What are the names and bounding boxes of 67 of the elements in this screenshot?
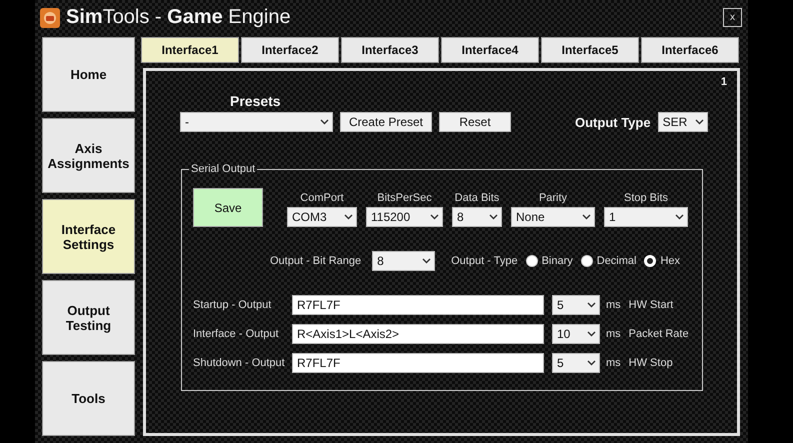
- save-button[interactable]: Save: [193, 188, 263, 227]
- sidebar-button[interactable]: Interface Settings: [42, 199, 135, 274]
- setting-dropdown[interactable]: 115200: [366, 207, 443, 227]
- tab[interactable]: Interface3: [341, 37, 439, 63]
- field-label: Data Bits: [454, 192, 500, 204]
- caret-icon: [430, 214, 439, 220]
- radio-button[interactable]: [526, 255, 538, 267]
- caret-icon: [587, 331, 596, 337]
- input-field[interactable]: R<Axis1>L<Axis2>: [292, 324, 544, 344]
- field-label: Shutdown - Output: [193, 357, 286, 369]
- caret-icon: [344, 214, 353, 220]
- caret-icon: [320, 119, 329, 125]
- tab[interactable]: Interface5: [541, 37, 639, 63]
- field-label: HW Stop: [628, 357, 673, 369]
- field-label: Output - Bit Range: [270, 255, 362, 267]
- field-label: Startup - Output: [193, 299, 272, 311]
- sidebar-button[interactable]: Output Testing: [42, 280, 135, 355]
- output-type-label: Output Type: [575, 114, 651, 130]
- group-title: Serial Output: [190, 163, 256, 175]
- radio-button[interactable]: [580, 255, 593, 267]
- caret-icon: [675, 214, 684, 220]
- caret-icon: [582, 214, 591, 220]
- setting-dropdown[interactable]: 1: [604, 207, 688, 227]
- field-label: HW Start: [628, 299, 674, 311]
- interval-dropdown[interactable]: 5: [552, 353, 600, 373]
- sidebar-button[interactable]: Tools: [42, 361, 135, 436]
- create-preset-button[interactable]: Create Preset: [340, 112, 432, 132]
- unit-label: ms: [606, 328, 621, 340]
- caret-icon: [422, 258, 432, 264]
- radio-label: Hex: [660, 255, 680, 267]
- reset-button[interactable]: Reset: [439, 112, 511, 132]
- interval-dropdown[interactable]: 5: [552, 295, 600, 315]
- tab[interactable]: Interface2: [241, 37, 339, 63]
- input-field[interactable]: R7FL7F: [292, 353, 544, 373]
- preset-dropdown[interactable]: -: [180, 112, 333, 132]
- window-title: SimTools - Game Engine: [66, 6, 292, 29]
- bit-range-dropdown[interactable]: 8: [372, 251, 436, 271]
- caret-icon: [489, 214, 498, 220]
- setting-dropdown[interactable]: None: [511, 207, 595, 227]
- field-label: Stop Bits: [624, 192, 668, 204]
- field-label: ComPort: [300, 192, 344, 204]
- interface-number: 1: [720, 76, 727, 90]
- radio-label: Binary: [542, 255, 573, 267]
- setting-dropdown[interactable]: COM3: [287, 207, 357, 227]
- app-logo-icon: [40, 8, 60, 28]
- close-button[interactable]: x: [723, 8, 742, 27]
- sidebar-button[interactable]: Axis Assignments: [42, 118, 135, 193]
- caret-icon: [694, 119, 704, 125]
- setting-dropdown[interactable]: 8: [452, 207, 502, 227]
- radio-label: Decimal: [596, 255, 636, 267]
- presets-label: Presets: [230, 93, 281, 109]
- tab[interactable]: Interface6: [641, 37, 739, 63]
- field-label: Output - Type: [451, 255, 518, 267]
- unit-label: ms: [606, 299, 621, 311]
- caret-icon: [587, 360, 596, 366]
- field-label: BitsPerSec: [377, 192, 432, 204]
- tab[interactable]: Interface1: [141, 37, 239, 63]
- output-type-dropdown[interactable]: SER: [658, 112, 708, 132]
- sidebar-button[interactable]: Home: [42, 37, 135, 112]
- field-label: Interface - Output: [193, 328, 280, 340]
- field-label: Packet Rate: [628, 328, 689, 340]
- caret-icon: [587, 302, 596, 308]
- input-field[interactable]: R7FL7F: [292, 295, 544, 315]
- field-label: Parity: [538, 192, 568, 204]
- unit-label: ms: [606, 357, 621, 369]
- tab[interactable]: Interface4: [441, 37, 539, 63]
- interval-dropdown[interactable]: 10: [552, 324, 600, 344]
